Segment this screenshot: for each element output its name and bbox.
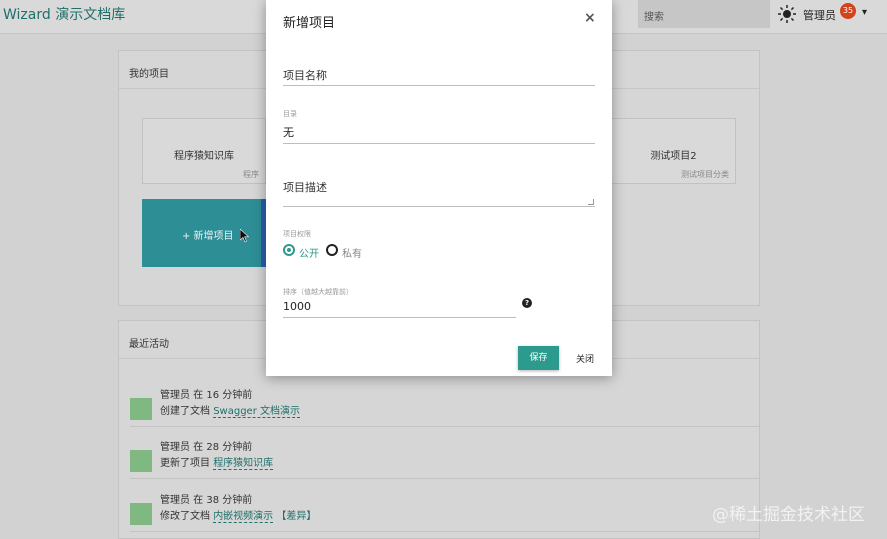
radio-private[interactable]: [326, 244, 338, 256]
project-desc: 测试项目分类: [681, 170, 729, 179]
new-project-label: + 新增项目: [182, 231, 234, 242]
activity-item: 管理员 在 28 分钟前 更新了项目 程序猿知识库: [130, 438, 760, 484]
project-card[interactable]: 测试项目2 测试项目分类: [612, 118, 736, 184]
divider: [130, 531, 760, 532]
watermark: @稀土掘金技术社区: [712, 505, 865, 525]
new-project-modal: 新增项目 × 项目名称 目录 无 项目描述 项目权限 公开 私有 排序（值越大越…: [266, 0, 612, 376]
resize-handle[interactable]: [588, 199, 594, 205]
avatar: [130, 503, 152, 525]
radio-public-label[interactable]: 公开: [299, 245, 319, 260]
input-underline: [283, 143, 595, 144]
activity-meta: 管理员 在 28 分钟前: [160, 442, 253, 453]
theme-sun-icon[interactable]: [778, 5, 796, 23]
divider: [130, 478, 760, 479]
avatar: [130, 450, 152, 472]
project-name: 测试项目2: [650, 151, 697, 162]
activity-action: 修改了文档: [160, 511, 210, 522]
activity-action-line: 更新了项目 程序猿知识库: [160, 454, 274, 470]
visibility-label: 项目权限: [283, 230, 311, 238]
divider: [130, 426, 760, 427]
activity-meta: 管理员 在 38 分钟前: [160, 495, 253, 506]
activity-action: 更新了项目: [160, 458, 210, 469]
input-underline: [283, 317, 516, 318]
activity-link[interactable]: 程序猿知识库: [213, 458, 274, 470]
app-brand[interactable]: Wizard 演示文档库: [3, 4, 125, 24]
activity-link[interactable]: 内嵌视频演示: [213, 511, 274, 523]
activity-item: 管理员 在 38 分钟前 修改了文档 内嵌视频演示 【差异】: [130, 491, 760, 537]
panel-title: 最近活动: [129, 339, 169, 350]
project-desc: 程序: [243, 170, 259, 179]
project-card[interactable]: 程序猿知识库 程序: [142, 118, 266, 184]
project-desc-textarea[interactable]: 项目描述: [283, 179, 327, 195]
input-underline: [283, 85, 595, 86]
avatar: [130, 398, 152, 420]
project-name: 程序猿知识库: [174, 151, 234, 162]
catalog-select[interactable]: 无: [283, 124, 294, 140]
close-icon[interactable]: ×: [584, 10, 596, 26]
close-button[interactable]: 关闭: [576, 352, 594, 365]
radio-private-label[interactable]: 私有: [342, 245, 362, 260]
radio-public[interactable]: [283, 244, 295, 256]
chevron-down-icon[interactable]: ▾: [862, 7, 867, 18]
sort-label: 排序（值越大越靠前）: [283, 288, 353, 296]
activity-action-line: 修改了文档 内嵌视频演示 【差异】: [160, 507, 316, 523]
notification-badge[interactable]: 35: [840, 3, 856, 19]
activity-meta: 管理员 在 16 分钟前: [160, 390, 253, 401]
search-input[interactable]: 搜索: [638, 0, 770, 28]
activity-action-line: 创建了文档 Swagger 文档演示: [160, 402, 300, 418]
modal-title: 新增项目: [283, 16, 336, 31]
activity-item: 管理员 在 16 分钟前 创建了文档 Swagger 文档演示: [130, 386, 760, 432]
mouse-cursor-icon: [240, 229, 250, 243]
activity-action: 创建了文档: [160, 406, 210, 417]
panel-title: 我的项目: [129, 69, 169, 80]
sort-input[interactable]: 1000: [283, 300, 311, 313]
catalog-label: 目录: [283, 110, 297, 118]
user-menu[interactable]: 管理员: [803, 7, 836, 23]
diff-link[interactable]: 【差异】: [276, 511, 316, 522]
project-name-input[interactable]: 项目名称: [283, 67, 327, 83]
activity-link[interactable]: Swagger 文档演示: [213, 406, 300, 418]
help-icon[interactable]: ?: [522, 298, 532, 308]
input-underline: [283, 206, 595, 207]
save-button[interactable]: 保存: [518, 346, 559, 370]
